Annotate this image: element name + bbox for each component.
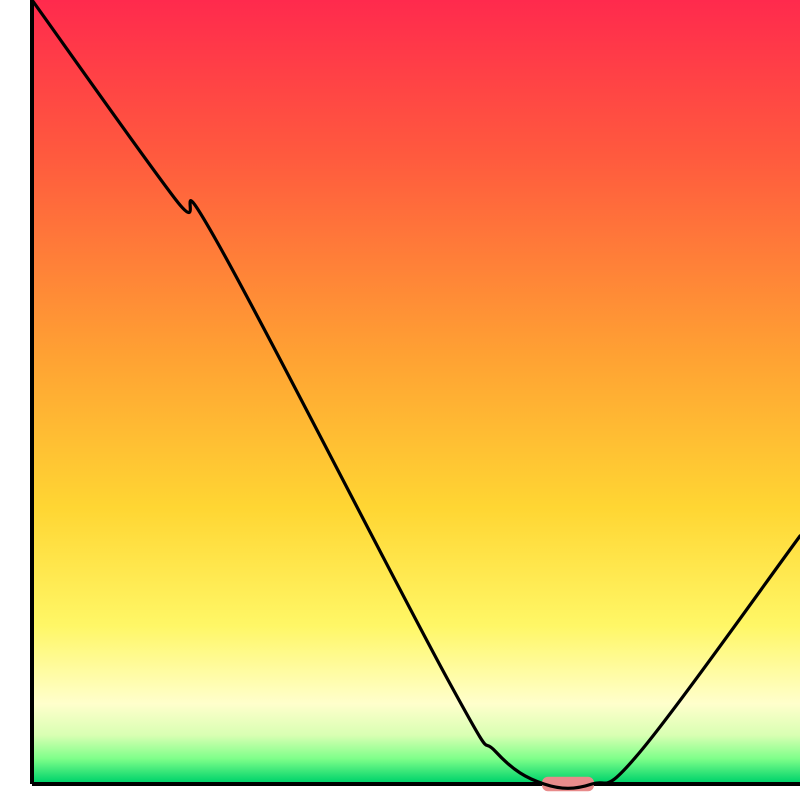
chart-svg bbox=[0, 0, 800, 800]
plot-background bbox=[32, 0, 800, 782]
chart-canvas: { "watermark": "TheBottleneck.com", "cha… bbox=[0, 0, 800, 800]
